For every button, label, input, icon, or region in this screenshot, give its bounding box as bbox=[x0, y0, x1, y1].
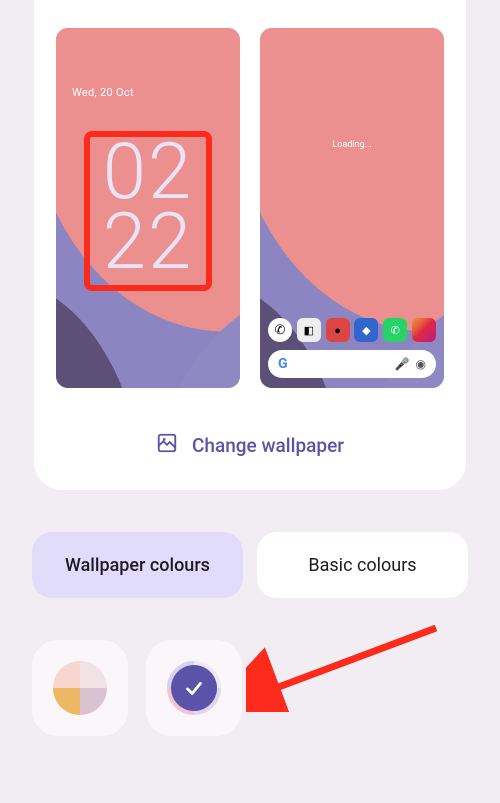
phone-icon: ✆ bbox=[268, 318, 292, 342]
lockscreen-date: Wed, 20 Oct bbox=[72, 86, 134, 99]
change-wallpaper-label: Change wallpaper bbox=[192, 434, 344, 457]
palette-quarter bbox=[53, 661, 80, 688]
annotation-arrow bbox=[246, 622, 446, 712]
palette-option-1[interactable] bbox=[32, 640, 128, 736]
lens-icon: ◉ bbox=[416, 357, 426, 371]
app-icon: ◆ bbox=[354, 318, 378, 342]
google-search-bar: G 🎤 ◉ bbox=[268, 350, 436, 378]
wallpaper-preview-card: Wed, 20 Oct 02 22 Loading... ✆ ◧ ● ◆ ✆ bbox=[34, 0, 466, 490]
colour-source-tabs: Wallpaper colours Basic colours bbox=[32, 532, 468, 598]
tab-label: Basic colours bbox=[308, 555, 416, 576]
palette-option-2[interactable] bbox=[146, 640, 242, 736]
homescreen-preview[interactable]: Loading... ✆ ◧ ● ◆ ✆ G 🎤 ◉ bbox=[260, 28, 444, 388]
check-icon bbox=[171, 665, 217, 711]
whatsapp-icon: ✆ bbox=[383, 318, 407, 342]
annotation-clock-highlight bbox=[84, 131, 212, 291]
preview-row: Wed, 20 Oct 02 22 Loading... ✆ ◧ ● ◆ ✆ bbox=[56, 28, 444, 388]
app-icon bbox=[412, 318, 436, 342]
homescreen-loading-text: Loading... bbox=[332, 140, 371, 150]
palette-row bbox=[32, 640, 242, 736]
palette-quarter bbox=[80, 688, 107, 715]
homescreen-dock: ✆ ◧ ● ◆ ✆ bbox=[268, 318, 436, 342]
lockscreen-preview[interactable]: Wed, 20 Oct 02 22 bbox=[56, 28, 240, 388]
palette-quarter bbox=[80, 661, 107, 688]
tab-wallpaper-colours[interactable]: Wallpaper colours bbox=[32, 532, 243, 598]
mic-icon: 🎤 bbox=[395, 357, 410, 371]
wallpaper-icon bbox=[156, 432, 178, 458]
tab-label: Wallpaper colours bbox=[65, 555, 210, 576]
tab-basic-colours[interactable]: Basic colours bbox=[257, 532, 468, 598]
google-g-icon: G bbox=[278, 356, 288, 372]
app-icon: ● bbox=[326, 318, 350, 342]
change-wallpaper-button[interactable]: Change wallpaper bbox=[56, 432, 444, 458]
palette-swatch bbox=[53, 661, 107, 715]
app-icon: ◧ bbox=[297, 318, 321, 342]
palette-quarter bbox=[53, 688, 80, 715]
